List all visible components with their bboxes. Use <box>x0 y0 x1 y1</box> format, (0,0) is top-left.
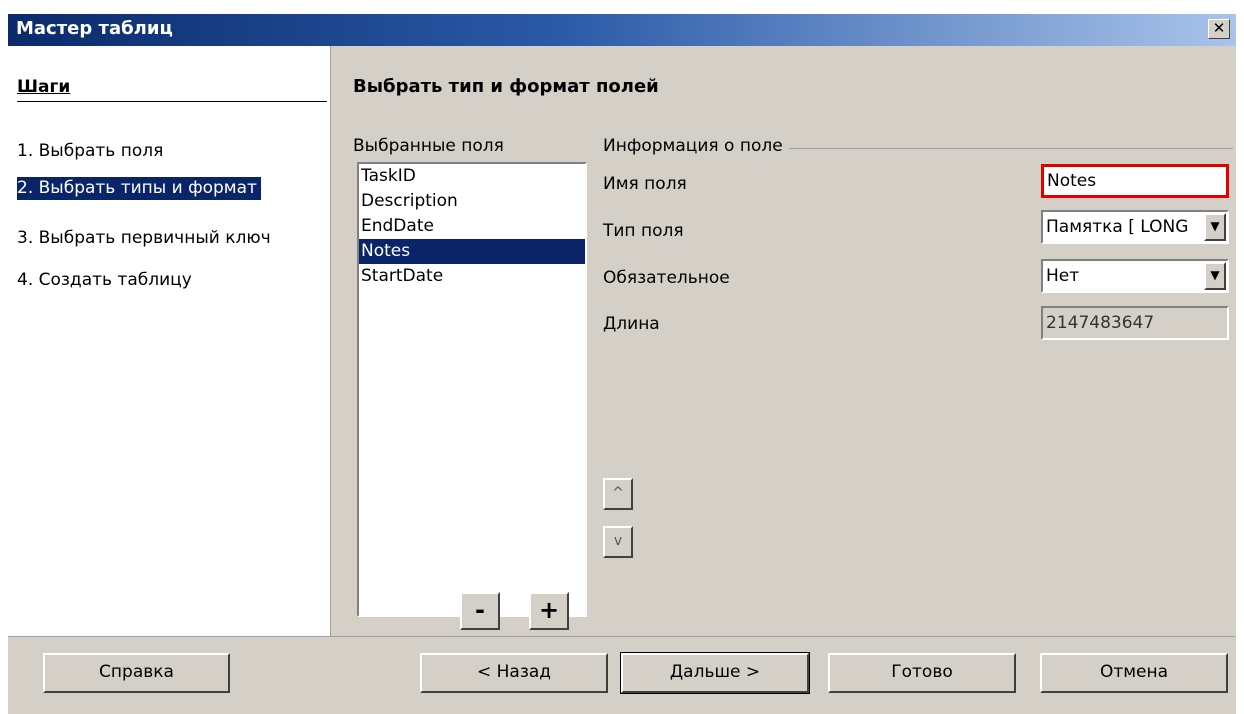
finish-button[interactable]: Готово <box>828 653 1016 693</box>
selected-fields-list[interactable]: TaskID Description EndDate Notes StartDa… <box>357 162 587 617</box>
cancel-button[interactable]: Отмена <box>1040 653 1228 693</box>
required-value: Нет <box>1046 266 1080 286</box>
steps-divider <box>17 101 327 102</box>
field-type-label: Тип поля <box>603 221 684 241</box>
dialog-buttons: Справка < Назад Дальше > Готово Отмена <box>8 636 1236 714</box>
list-item[interactable]: TaskID <box>359 164 585 189</box>
remove-field-button[interactable]: - <box>460 592 500 630</box>
field-name-label: Имя поля <box>603 174 687 194</box>
add-field-button[interactable]: + <box>529 592 569 630</box>
step-create-table[interactable]: 4. Создать таблицу <box>17 269 196 292</box>
selected-fields-label: Выбранные поля <box>353 136 504 156</box>
list-item[interactable]: EndDate <box>359 214 585 239</box>
step-select-types-format[interactable]: 2. Выбрать типы и формат <box>17 177 261 200</box>
main-panel: Выбрать тип и формат полей Выбранные пол… <box>331 46 1236 636</box>
length-field: 2147483647 <box>1041 306 1229 340</box>
window-title: Мастер таблиц <box>16 18 173 39</box>
back-button[interactable]: < Назад <box>420 653 608 693</box>
close-icon: ✕ <box>1212 19 1226 37</box>
title-bar: Мастер таблиц ✕ <box>8 14 1236 46</box>
required-label: Обязательное <box>603 268 730 288</box>
chevron-down-icon: v <box>613 533 623 549</box>
field-info-legend: Информация о поле <box>603 136 789 156</box>
required-select[interactable]: Нет ▼ <box>1041 259 1229 293</box>
step-select-primary-key[interactable]: 3. Выбрать первичный ключ <box>17 227 275 250</box>
step-select-fields[interactable]: 1. Выбрать поля <box>17 140 167 163</box>
chevron-up-icon: ^ <box>612 485 624 501</box>
list-item-selected[interactable]: Notes <box>359 239 585 264</box>
field-type-select[interactable]: Памятка [ LONG ▼ <box>1041 210 1229 244</box>
field-name-input[interactable]: Notes <box>1041 164 1229 198</box>
chevron-down-icon[interactable]: ▼ <box>1204 213 1226 241</box>
move-down-button[interactable]: v <box>603 526 633 558</box>
close-button[interactable]: ✕ <box>1208 19 1230 39</box>
move-up-button[interactable]: ^ <box>603 478 633 510</box>
chevron-down-icon[interactable]: ▼ <box>1204 262 1226 290</box>
steps-panel: Шаги 1. Выбрать поля 2. Выбрать типы и ф… <box>8 46 331 636</box>
steps-title: Шаги <box>17 77 71 97</box>
list-item[interactable]: StartDate <box>359 264 585 289</box>
next-button[interactable]: Дальше > <box>620 652 810 694</box>
list-item[interactable]: Description <box>359 189 585 214</box>
help-button[interactable]: Справка <box>43 653 230 693</box>
field-type-value: Памятка [ LONG <box>1046 217 1189 237</box>
length-label: Длина <box>603 314 660 334</box>
section-title: Выбрать тип и формат полей <box>353 76 659 97</box>
